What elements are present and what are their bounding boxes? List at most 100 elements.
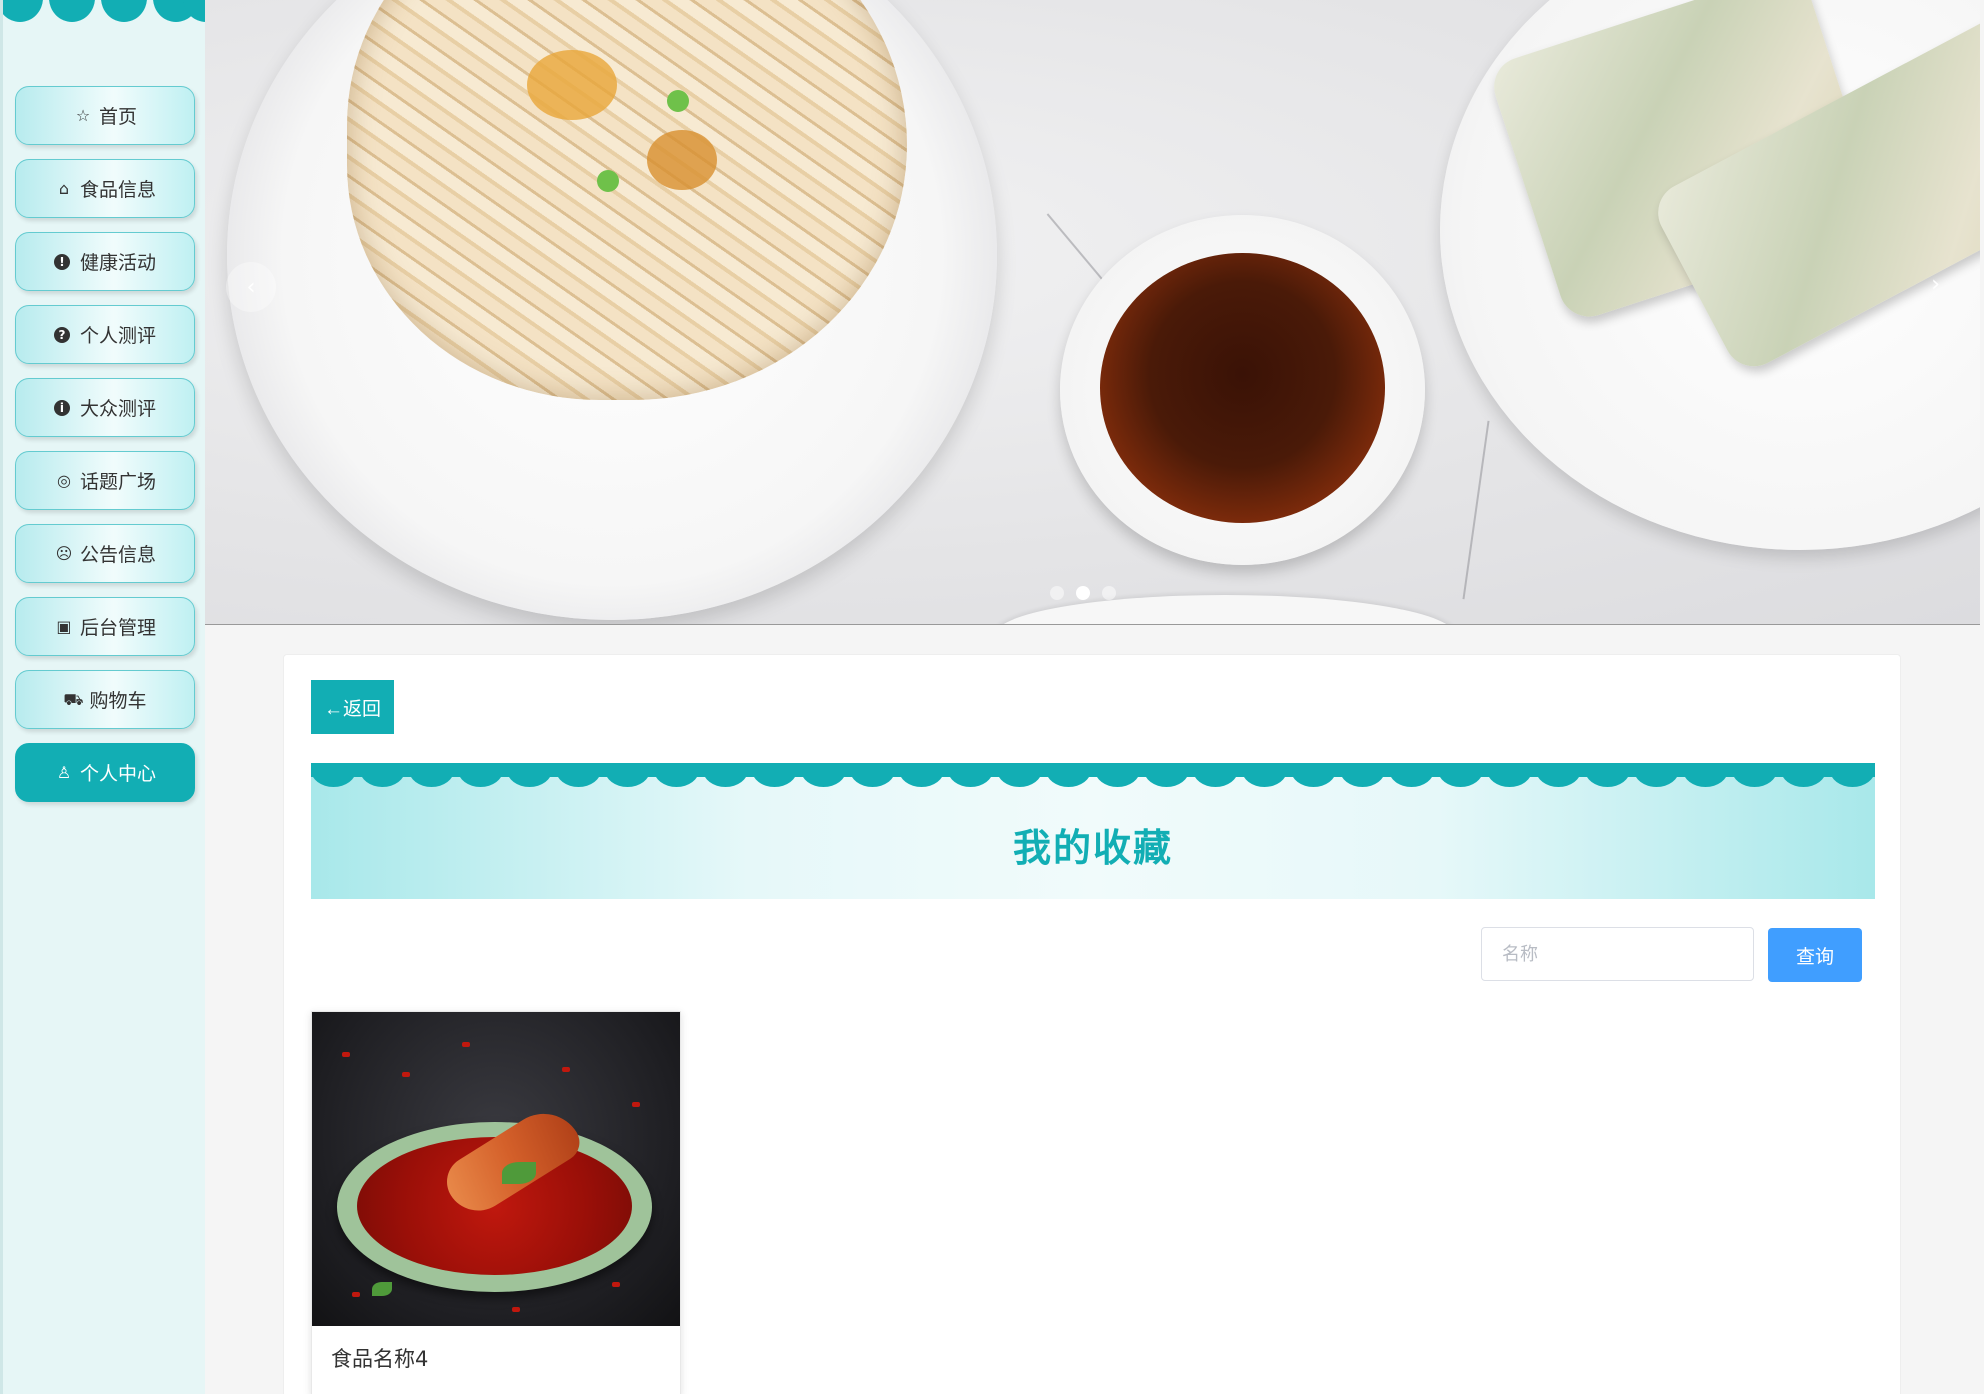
scallop-decoration [1095, 777, 1140, 787]
user-icon: ♙ [56, 762, 72, 782]
page-title: 我的收藏 [1012, 826, 1173, 870]
scallop-decoration [556, 777, 601, 787]
carousel-next-button[interactable]: › [1931, 272, 1940, 297]
sidebar-item-3[interactable]: ? 个人测评 [15, 305, 195, 364]
sad-face-icon: ☹ [55, 543, 73, 563]
sidebar-item-label: 大众测评 [79, 398, 156, 420]
scallop-decoration [1830, 777, 1875, 787]
scallop-decoration [1487, 777, 1532, 787]
scallop-decoration [1144, 777, 1189, 787]
question-circle-icon: ? [53, 326, 70, 343]
sidebar-item-4[interactable]: i 大众测评 [15, 378, 195, 437]
favorites-card: ←返回 我的收藏 查询 食品名称4 [283, 654, 1901, 1394]
scallop-decoration [1683, 777, 1728, 787]
scallop-decoration [605, 777, 650, 787]
smile-icon: ◎ [57, 470, 71, 490]
chili-flake-image [352, 1292, 360, 1297]
scallop-decoration [1536, 777, 1581, 787]
sidebar-item-label: 个人中心 [79, 763, 156, 785]
chili-flake-image [402, 1072, 410, 1077]
scallop-decoration [311, 777, 356, 787]
chili-flake-image [512, 1307, 520, 1312]
star-icon: ☆ [75, 105, 91, 125]
scallop-decoration [1193, 777, 1238, 787]
sauce-image [1100, 253, 1385, 523]
sidebar-item-2[interactable]: ! 健康活动 [15, 232, 195, 291]
sidebar-item-5[interactable]: ◎ 话题广场 [15, 451, 195, 510]
sidebar: ☆ 首页 ⌂ 食品信息 ! 健康活动? 个人测评 i 大众测评 ◎ 话题广场 ☹ 公告信息 ▣ 后台管理 ⛟ 购… [0, 0, 208, 1394]
sidebar-item-label: 首页 [98, 106, 137, 128]
garnish-image [527, 50, 617, 120]
chili-flake-image [632, 1102, 640, 1107]
scallop-decoration [850, 777, 895, 787]
scallop-decoration [507, 777, 552, 787]
chili-flake-image [612, 1282, 620, 1287]
scallop-decoration [360, 777, 405, 787]
chevron-right-icon: › [1931, 272, 1940, 297]
title-banner: 我的收藏 [311, 763, 1875, 899]
title-scallop-decoration [311, 777, 1875, 801]
favorite-item-card[interactable]: 食品名称4 [311, 1011, 681, 1394]
chili-flake-image [462, 1042, 470, 1047]
sidebar-item-label: 后台管理 [79, 617, 156, 639]
scallop-decoration [899, 777, 944, 787]
scallop-decoration [1340, 777, 1385, 787]
scallop-decoration [458, 777, 503, 787]
scallop-decoration [1438, 777, 1483, 787]
sidebar-item-label: 健康活动 [79, 252, 156, 274]
bag-icon: ⌂ [58, 178, 70, 198]
carousel-dot[interactable] [1076, 586, 1090, 600]
scallop-decoration [997, 777, 1042, 787]
sidebar-item-label: 公告信息 [79, 544, 156, 566]
scallop-decoration [1781, 777, 1826, 787]
search-input[interactable] [1481, 927, 1754, 981]
scallop-decoration [703, 777, 748, 787]
sidebar-item-0[interactable]: ☆ 首页 [15, 86, 195, 145]
scallop-decoration [801, 777, 846, 787]
sidebar-nav: ☆ 首页 ⌂ 食品信息 ! 健康活动? 个人测评 i 大众测评 ◎ 话题广场 ☹ 公告信息 ▣ 后台管理 ⛟ 购… [15, 86, 195, 816]
carousel-dot[interactable] [1102, 586, 1116, 600]
sauce-cup-image [1060, 215, 1425, 565]
scallop-decoration [1634, 777, 1679, 787]
carousel-prev-button[interactable]: ‹ [226, 262, 276, 312]
sidebar-scallop-decoration [3, 0, 208, 26]
food-image [312, 1012, 680, 1326]
scallop-decoration [752, 777, 797, 787]
scallop-decoration [1732, 777, 1777, 787]
herb-image [502, 1162, 536, 1184]
scallop-decoration [654, 777, 699, 787]
chili-flake-image [562, 1067, 570, 1072]
scallop-decoration [1585, 777, 1630, 787]
garnish-image [667, 90, 689, 112]
chili-flake-image [342, 1052, 350, 1057]
sidebar-item-label: 购物车 [89, 690, 147, 712]
garnish-image [647, 130, 717, 190]
sidebar-item-9[interactable]: ♙ 个人中心 [15, 743, 195, 802]
scallop-decoration [948, 777, 993, 787]
search-button[interactable]: 查询 [1768, 928, 1862, 982]
sidebar-item-label: 个人测评 [79, 325, 156, 347]
herb-image [372, 1282, 392, 1296]
garnish-image [597, 170, 619, 192]
scallop-decoration [1046, 777, 1091, 787]
banner-carousel: ‹ › [205, 0, 1980, 625]
box-icon: ▣ [56, 616, 72, 636]
scallop-decoration [409, 777, 454, 787]
back-button[interactable]: ←返回 [311, 680, 394, 734]
sidebar-item-8[interactable]: ⛟ 购物车 [15, 670, 195, 729]
cart-icon: ⛟ [63, 689, 84, 709]
info-circle-icon: i [53, 399, 70, 416]
sidebar-item-1[interactable]: ⌂ 食品信息 [15, 159, 195, 218]
scallop-decoration [1389, 777, 1434, 787]
carousel-dot[interactable] [1050, 586, 1064, 600]
chevron-left-icon: ‹ [246, 274, 256, 300]
carousel-indicators [1050, 586, 1116, 600]
scallop-decoration [1242, 777, 1287, 787]
favorite-item-name: 食品名称4 [331, 1347, 429, 1371]
scallop-decoration [1291, 777, 1336, 787]
sidebar-item-label: 话题广场 [79, 471, 156, 493]
sidebar-item-7[interactable]: ▣ 后台管理 [15, 597, 195, 656]
sidebar-item-6[interactable]: ☹ 公告信息 [15, 524, 195, 583]
noodles-image [347, 0, 907, 400]
sidebar-item-label: 食品信息 [79, 179, 156, 201]
